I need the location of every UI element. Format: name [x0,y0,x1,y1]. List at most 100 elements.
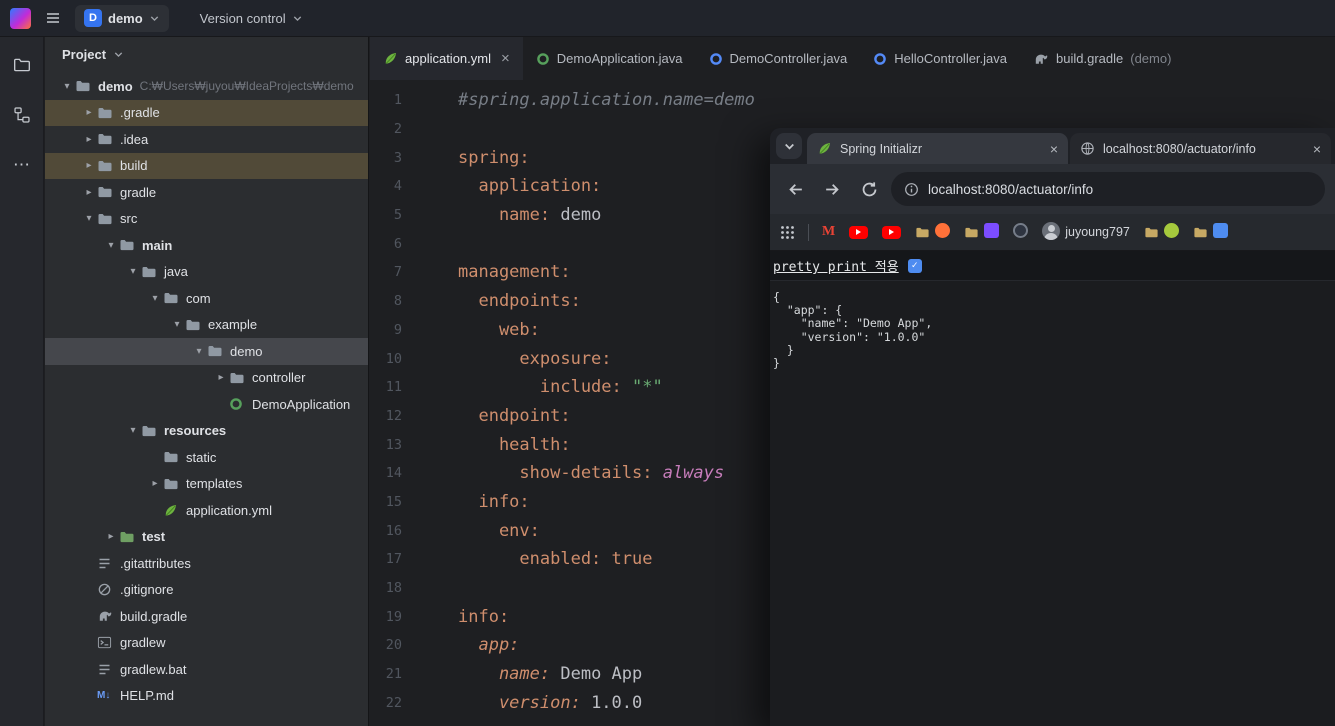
chevron-right-icon[interactable]: ▸ [81,134,97,145]
tree-item-label: example [208,317,258,333]
project-panel: Project ▾ demo C:₩Users₩juyou₩IdeaProjects… [45,37,369,726]
bookmarks-list: Mjuyoung797 [822,221,1228,243]
tree-item-gradlew.bat[interactable]: gradlew.bat [45,656,368,683]
line-number: 17 [385,551,402,568]
tree-item-controller[interactable]: ▸ controller [45,365,368,392]
chevron-down-icon[interactable]: ▾ [191,346,207,357]
editor-tab-DemoController.java[interactable]: DemoController.java [696,37,861,80]
tree-item-application.yml[interactable]: application.yml [45,497,368,524]
chevron-right-icon[interactable]: ▸ [81,187,97,198]
editor-tab-build.gradle[interactable]: build.gradle (demo) [1020,37,1184,80]
editor-tab-DemoApplication.java[interactable]: DemoApplication.java [523,37,696,80]
tree-item-.gitignore[interactable]: .gitignore [45,577,368,604]
editor-tab-application.yml[interactable]: application.yml × [370,37,523,80]
chevron-down-icon[interactable]: ▾ [125,425,141,436]
vcs-widget[interactable]: Version control [191,5,312,32]
tree-item-demo[interactable]: ▾ demo [45,338,368,365]
tree-item-java[interactable]: ▾ java [45,259,368,286]
tree-item-DemoApplication[interactable]: DemoApplication [45,391,368,418]
project-tool-button[interactable] [8,51,36,79]
chevron-down-icon[interactable]: ▾ [147,293,163,304]
tree-item-HELP.md[interactable]: M↓ HELP.md [45,683,368,710]
tree-item-build.gradle[interactable]: build.gradle [45,603,368,630]
more-tools-button[interactable]: ⋯ [8,151,36,179]
bookmark-folder-icon [1144,225,1159,240]
pretty-print-label[interactable]: pretty print 적용 [773,256,899,275]
bookmark-item[interactable]: M [822,224,835,240]
line-number: 20 [385,637,402,654]
bookmark-item[interactable] [964,223,1000,241]
back-button[interactable] [780,174,810,204]
tree-item-templates[interactable]: ▸ templates [45,471,368,498]
chevron-right-icon[interactable]: ▸ [81,107,97,118]
reload-button[interactable] [854,174,884,204]
browser-tab-1[interactable]: Spring Initializr × [807,133,1068,164]
youtube-icon [849,225,869,239]
tree-item-label: .gitattributes [120,555,191,571]
tree-item-.gradle[interactable]: ▸ .gradle [45,99,368,126]
tree-item-main[interactable]: ▾ main [45,232,368,259]
pretty-print-checkbox[interactable]: ✓ [907,258,922,273]
tree-item-example[interactable]: ▾ example [45,312,368,339]
project-widget[interactable]: D demo [75,4,169,32]
line-number: 6 [393,235,402,252]
tree-item-test[interactable]: ▸ test [45,524,368,551]
tree-item-gradle[interactable]: ▸ gradle [45,179,368,206]
bookmark-item[interactable] [849,225,869,239]
code-text: name: demo [458,205,602,226]
browser-tab-2[interactable]: localhost:8080/actuator/info × [1070,133,1331,164]
close-icon[interactable]: × [501,50,510,67]
tree-item-label: DemoApplication [252,396,351,412]
folder-icon [97,131,115,147]
editor-tab-HelloController.java[interactable]: HelloController.java [860,37,1020,80]
tree-item-gradlew[interactable]: gradlew [45,630,368,657]
tree-item-.gitattributes[interactable]: .gitattributes [45,550,368,577]
chevron-right-icon[interactable]: ▸ [147,478,163,489]
tree-item-label: src [120,211,138,227]
editor-tab-bar: application.yml × DemoApplication.java Demo… [370,37,1335,80]
project-tree: ▾ demo C:₩Users₩juyou₩IdeaProjects₩demo ▸ .g… [45,71,368,709]
ignore-icon [97,582,115,597]
bookmark-item[interactable]: juyoung797 [1042,221,1130,243]
tree-item-demo[interactable]: ▾ demo C:₩Users₩juyou₩IdeaProjects₩demo [45,73,368,100]
bookmark-item[interactable] [882,225,902,239]
bookmark-item[interactable] [915,223,951,241]
tree-item-label: demo [230,343,263,359]
controller-class-icon [873,52,887,66]
tree-item-com[interactable]: ▾ com [45,285,368,312]
main-menu-icon[interactable] [39,4,67,32]
structure-tool-button[interactable] [8,101,36,129]
boot-class-icon [536,52,550,66]
tree-item-build[interactable]: ▸ build [45,152,368,179]
bookmark-item[interactable] [1013,223,1029,241]
chevron-down-icon[interactable]: ▾ [81,213,97,224]
bookmark-item[interactable] [1144,223,1179,241]
forward-button[interactable] [817,174,847,204]
project-panel-header[interactable]: Project [45,37,368,71]
chevron-right-icon[interactable]: ▸ [213,372,229,383]
chevron-down-icon [113,49,124,60]
chevron-down-icon[interactable]: ▾ [125,266,141,277]
bookmark-item[interactable] [1193,223,1228,241]
chevron-right-icon[interactable]: ▸ [103,531,119,542]
intellij-idea-logo-icon[interactable] [10,7,31,29]
site-info-icon[interactable] [904,182,919,197]
close-icon[interactable]: × [1050,141,1058,157]
tree-item-resources[interactable]: ▾ resources [45,418,368,445]
tab-list-chevron-button[interactable] [776,133,802,159]
chevron-down-icon[interactable]: ▾ [59,81,75,92]
close-icon[interactable]: × [1313,141,1321,157]
tree-item-.idea[interactable]: ▸ .idea [45,126,368,153]
code-text: exposure: [458,348,612,369]
chevron-down-icon[interactable]: ▾ [103,240,119,251]
code-text: #spring.application.name=demo [458,90,755,111]
gmail-icon: M [822,224,836,239]
tree-item-static[interactable]: static [45,444,368,471]
tree-item-src[interactable]: ▾ src [45,206,368,233]
pretty-print-bar: pretty print 적용 ✓ [770,251,1335,281]
code-text: name: Demo App [458,664,643,685]
chevron-down-icon[interactable]: ▾ [169,319,185,330]
apps-grid-icon[interactable] [780,225,795,240]
chevron-right-icon[interactable]: ▸ [81,160,97,171]
address-bar[interactable]: localhost:8080/actuator/info [891,172,1325,206]
